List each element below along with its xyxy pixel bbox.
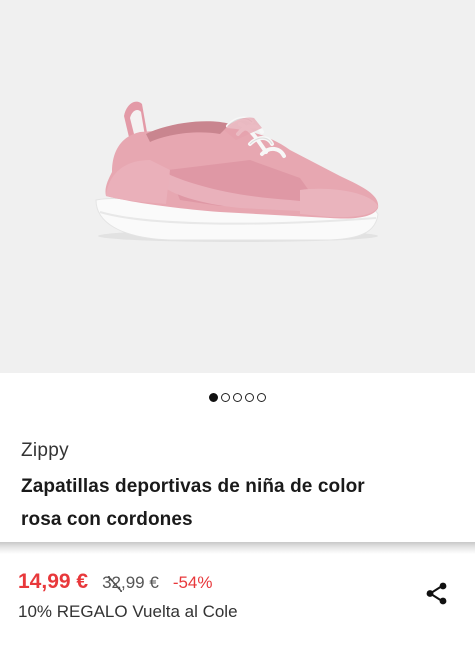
share-button[interactable] — [424, 581, 450, 607]
promo-text: 10% REGALO Vuelta al Cole — [18, 602, 238, 621]
carousel-dot[interactable] — [209, 392, 218, 402]
carousel-dot[interactable] — [245, 392, 254, 402]
share-icon[interactable] — [424, 581, 450, 607]
section-divider — [0, 542, 475, 554]
carousel-indicator[interactable] — [0, 390, 475, 404]
product-image[interactable] — [0, 0, 475, 373]
price-row: 14,99 € 32,99 € -54% — [18, 570, 213, 594]
carousel-dot[interactable] — [221, 392, 230, 402]
product-title: Zapatillas deportivas de niña de color r… — [21, 470, 451, 536]
current-price: 14,99 € — [18, 570, 89, 593]
product-title-line-1: Zapatillas deportivas de niña de color — [21, 476, 365, 497]
product-page: Zippy Zapatillas deportivas de niña de c… — [0, 0, 475, 648]
discount-badge: -54% — [172, 573, 213, 592]
carousel-dot[interactable] — [257, 392, 266, 402]
product-image-area[interactable] — [0, 0, 475, 373]
carousel-dot[interactable] — [233, 392, 242, 402]
product-title-line-2: rosa con cordones — [21, 509, 193, 530]
original-price: 32,99 € — [102, 573, 159, 592]
brand-name[interactable]: Zippy — [21, 440, 69, 462]
